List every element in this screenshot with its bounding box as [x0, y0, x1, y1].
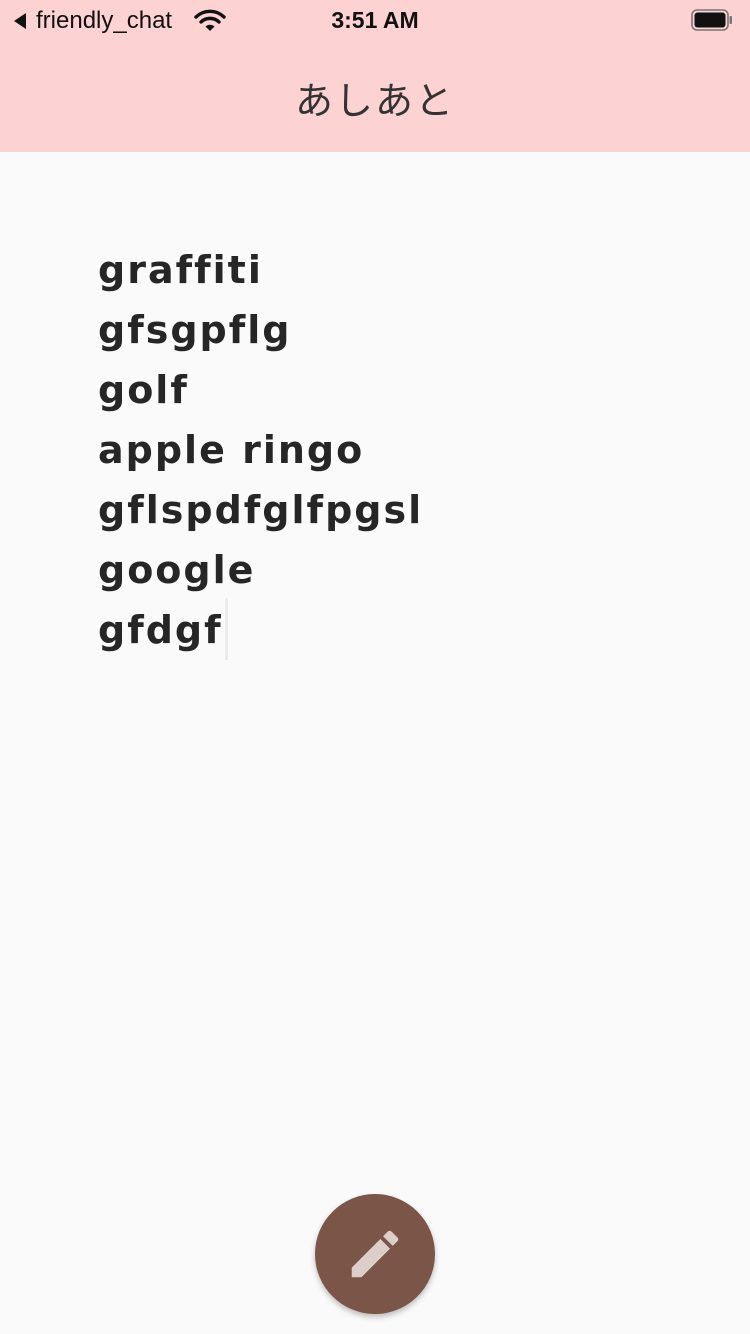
list-item: graffiti: [98, 240, 423, 300]
list-item: gfsgpflg: [98, 300, 423, 360]
word-list: graffiti gfsgpflg golf apple ringo gflsp…: [98, 240, 423, 660]
app-bar: あしあと: [0, 40, 750, 152]
page-title: あしあと: [294, 79, 455, 123]
status-time: 3:51 AM: [331, 7, 419, 33]
text-cursor: [224, 597, 228, 660]
word-text: google: [98, 548, 256, 592]
word-text: gfsgpflg: [98, 308, 292, 352]
word-text: graffiti: [98, 248, 263, 292]
battery-icon: [691, 9, 732, 31]
list-item: gflspdfglfpgsl: [98, 480, 423, 540]
edit-fab-button[interactable]: [315, 1194, 435, 1314]
list-item: gfdgf: [98, 597, 423, 660]
list-item: google: [98, 540, 423, 600]
word-text: apple ringo: [98, 428, 365, 472]
status-bar: friendly_chat 3:51 AM: [0, 0, 750, 40]
word-text: gfdgf: [98, 608, 223, 652]
word-text: golf: [98, 368, 189, 412]
pencil-icon: [351, 1230, 399, 1278]
list-item: apple ringo: [98, 420, 423, 480]
word-text: gflspdfglfpgsl: [98, 488, 424, 532]
list-item: golf: [98, 360, 423, 420]
